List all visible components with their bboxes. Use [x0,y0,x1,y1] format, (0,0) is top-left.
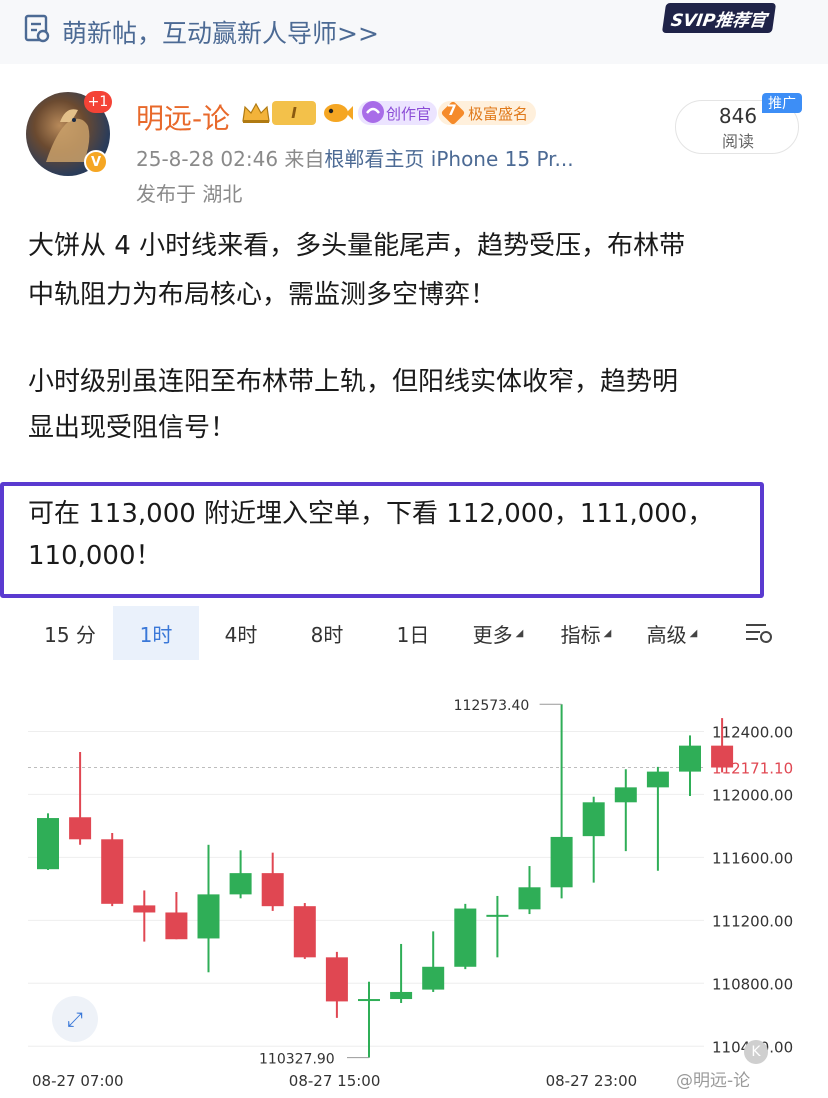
candle-body [358,999,380,1002]
y-tick-label: 111600.00 [712,849,793,867]
candlestick-chart[interactable]: 112400.00 112000.00 111600.00 111200.00 1108… [0,662,828,1098]
y-tick-label: 112000.00 [712,786,793,804]
candle-body [69,817,92,840]
high-price-label: 112573.40 [454,698,530,714]
watermark-icon: K [744,1040,768,1064]
candle-body [454,908,477,967]
candle-body [646,771,669,788]
caret-icon: ◢ [515,627,524,639]
y-tick-label: 111200.00 [712,912,793,930]
tab-advanced[interactable]: 高级 ◢ [634,606,710,660]
notice-text[interactable]: 萌新帖，互动赢新人导师>> [62,14,379,50]
tab-label: 指标 [560,622,601,647]
watermark: @明远-论 [676,1071,751,1091]
tab-indicators[interactable]: 指标 ◢ [548,606,624,660]
post-source[interactable]: 根郸看主页 iPhone 15 Pr... [324,147,573,171]
candle-body [422,966,445,990]
creator-icon [362,101,384,123]
post-time: 25-8-28 02:46 [136,147,279,171]
post-paragraph-1-line-2: 中轨阻力为布局核心，需监测多空博弈！ [28,280,497,310]
x-tick-label: 08-27 07:00 [32,1072,124,1090]
tab-4h[interactable]: 4时 [204,606,278,660]
tab-label: 高级 [646,622,687,647]
creator-badge-label: 创作官 [386,104,432,123]
post-meta: 25-8-28 02:46 来自根郸看主页 iPhone 15 Pr... [136,143,574,172]
post-paragraph-2-line-1: 小时级别虽连阳至布林带上轨，但阳线实体收窄，趋势明 [28,367,679,397]
tab-label: 1时 [139,622,173,647]
x-tick-label: 08-27 23:00 [546,1072,638,1090]
candle-body [37,818,59,870]
tab-more[interactable]: 更多 ◢ [460,606,536,660]
tab-label: 更多 [472,622,513,647]
tab-15m[interactable]: 15 分 [30,606,110,660]
candle-body [711,745,734,768]
rich-badge[interactable]: 7 极富盛名 [438,100,537,126]
candle-body [582,802,605,837]
tab-label: 4时 [224,622,258,647]
post-note-icon [24,14,50,43]
post-paragraph-3-line-2: 110,000！ [28,541,162,571]
caret-icon: ◢ [689,627,698,639]
rich-level: 7 [447,103,457,119]
tab-label: 1日 [396,622,430,647]
candle-body [197,894,220,939]
tab-1h[interactable]: 1时 [113,606,199,660]
tab-label: 15 分 [44,622,96,647]
caret-icon: ◢ [603,627,612,639]
views-label: 阅读 [721,132,754,151]
y-tick-label: 110800.00 [712,975,793,993]
candle-body [325,957,348,1002]
tab-1d[interactable]: 1日 [376,606,450,660]
x-tick-label: 08-27 15:00 [289,1072,381,1090]
candle-body [229,873,252,895]
user-level-badge[interactable]: I [272,101,316,125]
rich-badge-label: 极富盛名 [468,104,529,123]
post-location: 发布于 湖北 [136,182,243,206]
fish-badge-icon [324,104,353,122]
source-prefix: 来自 [284,147,325,171]
svip-badge[interactable]: SVIP推荐官 [661,3,777,33]
low-price-label: 110327.90 [259,1052,335,1068]
candle-body [390,991,413,1000]
candle-body [261,873,284,907]
candle-body [101,839,124,904]
tab-label: 8时 [310,622,344,647]
y-tick-label: 112400.00 [712,723,793,741]
candle-body [679,745,701,772]
author-name[interactable]: 明远-论 [136,97,230,137]
candle-body [486,914,509,917]
post-paragraph-2-line-2: 显出现受阻信号！ [28,413,237,443]
candle-body [550,836,573,888]
chart-settings-icon[interactable] [744,620,774,646]
chart-interval-tabs: 15 分 1时 4时 8时 1日 更多 ◢ 指标 ◢ 高级 ◢ [0,606,828,660]
verified-icon: V [84,150,108,174]
crown-icon [242,102,270,123]
post-paragraph-1-line-1: 大饼从 4 小时线来看，多头量能尾声，趋势受压，布林带 [28,231,686,261]
avatar-notification-badge: +1 [84,91,112,113]
candle-body [165,912,188,940]
candle-body [133,905,156,913]
post-paragraph-3-line-1: 可在 113,000 附近埋入空单，下看 112,000，111,000， [28,499,714,529]
notice-bar[interactable]: 萌新帖，互动赢新人导师>> SVIP推荐官 [0,0,828,64]
creator-badge[interactable]: 创作官 [358,101,438,125]
tab-8h[interactable]: 8时 [290,606,364,660]
candle-body [518,887,541,910]
candle-body [614,787,637,803]
promo-badge[interactable]: 推广 [762,93,802,113]
expand-chart-button[interactable]: ⤢ [52,996,98,1042]
candle-body [293,906,316,958]
